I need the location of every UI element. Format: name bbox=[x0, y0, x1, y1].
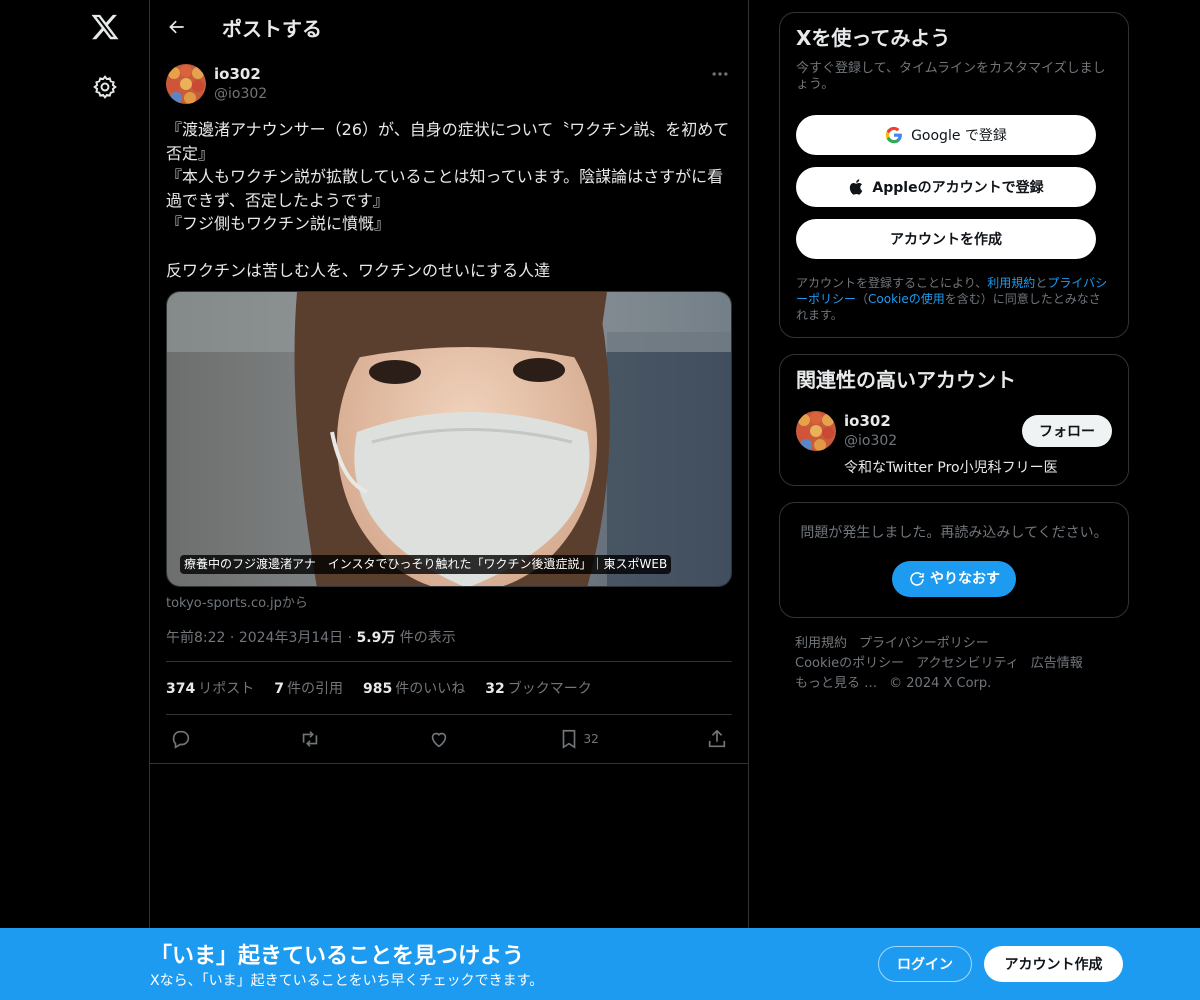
meta-sep: · bbox=[229, 629, 239, 646]
google-signup-label: Google で登録 bbox=[911, 128, 1007, 144]
avatar-image bbox=[166, 64, 206, 104]
page: ポストする io302 @io302 『渡邊渚アナウンサー（26）が、自身の症状… bbox=[0, 0, 1200, 1000]
share-button[interactable] bbox=[706, 728, 728, 750]
heart-icon bbox=[432, 732, 447, 747]
top-bar: ポストする bbox=[150, 0, 748, 54]
avatar[interactable] bbox=[166, 64, 206, 104]
bookmark-count: 32 bbox=[583, 731, 599, 746]
card-caption: 療養中のフジ渡邊渚アナ インスタでひっそり触れた「ワクチン後遺症説」｜東スポWE… bbox=[180, 554, 672, 574]
right-sidebar: Xを使ってみよう 今すぐ登録して、タイムラインをカスタマイズしましょう。 Goo… bbox=[779, 12, 1129, 694]
avatar-image bbox=[796, 411, 836, 451]
share-icon bbox=[708, 729, 726, 747]
retry-button[interactable]: やりなおす bbox=[892, 561, 1016, 597]
bookmark-icon bbox=[562, 729, 575, 749]
footer-link[interactable]: アクセシビリティ bbox=[916, 656, 1019, 671]
related-accounts-panel: 関連性の高いアカウント io302 @io302 令和なTwitter Pro小… bbox=[779, 354, 1129, 486]
repost-icon bbox=[302, 730, 318, 747]
refresh-icon bbox=[910, 572, 924, 586]
post-time[interactable]: 午前8:22 bbox=[166, 630, 225, 646]
meta-sep: · bbox=[347, 629, 357, 646]
banner-title: 「いま」起きていることを見つけよう bbox=[150, 944, 525, 969]
quote-stat[interactable]: 7 件の引用 bbox=[274, 678, 343, 698]
arrow-left-icon bbox=[169, 20, 184, 34]
repost-button[interactable] bbox=[299, 728, 321, 750]
retry-label: やりなおす bbox=[930, 571, 1000, 587]
card-source[interactable]: tokyo-sports.co.jpから bbox=[166, 592, 732, 611]
login-banner: 「いま」起きていることを見つけよう Xなら、「いま」起きていることをいち早くチェ… bbox=[0, 928, 1200, 1000]
card-image bbox=[167, 291, 731, 586]
legal-prefix: アカウントを登録することにより、 bbox=[796, 276, 988, 290]
legal-open: （ bbox=[856, 292, 869, 306]
like-button[interactable] bbox=[428, 728, 450, 750]
reply-button[interactable] bbox=[170, 728, 192, 750]
apple-icon bbox=[850, 179, 863, 195]
google-signup-button[interactable]: Google で登録 bbox=[796, 115, 1096, 155]
bookmark-button[interactable]: 32 bbox=[558, 728, 599, 750]
footer-links: 利用規約 プライバシーポリシー Cookieのポリシー アクセシビリティ 広告情報 も… bbox=[779, 634, 1129, 694]
terms-link[interactable]: 利用規約 bbox=[987, 276, 1035, 290]
follow-button[interactable]: フォロー bbox=[1022, 415, 1112, 447]
signup-button[interactable]: アカウント作成 bbox=[984, 946, 1123, 982]
bookmark-stat[interactable]: 32 ブックマーク bbox=[485, 678, 591, 698]
post-stats: 374 リポスト 7 件の引用 985 件のいいね 32 ブックマーク bbox=[166, 660, 732, 715]
error-message: 問題が発生しました。再読み込みしてください。 bbox=[800, 525, 1108, 541]
divider bbox=[150, 762, 748, 764]
page-title: ポストする bbox=[222, 16, 322, 41]
x-logo-icon[interactable] bbox=[90, 12, 120, 42]
cookie-link[interactable]: Cookieの使用 bbox=[868, 292, 945, 306]
post: io302 @io302 『渡邊渚アナウンサー（26）が、自身の症状について〝ワ… bbox=[150, 54, 748, 764]
author-name[interactable]: io302 bbox=[214, 64, 267, 84]
create-account-button[interactable]: アカウントを作成 bbox=[796, 219, 1096, 259]
banner-subtitle: Xなら、「いま」起きていることをいち早くチェックできます。 bbox=[150, 973, 544, 989]
post-author[interactable]: io302 @io302 bbox=[166, 64, 732, 114]
copyright: © 2024 X Corp. bbox=[889, 676, 992, 691]
footer-link[interactable]: Cookieのポリシー bbox=[795, 656, 904, 671]
related-title: 関連性の高いアカウント bbox=[796, 368, 1016, 392]
repost-stat[interactable]: 374 リポスト bbox=[166, 678, 254, 698]
apple-signup-button[interactable]: Appleのアカウントで登録 bbox=[796, 167, 1096, 207]
signup-subtitle: 今すぐ登録して、タイムラインをカスタマイズしましょう。 bbox=[796, 61, 1106, 92]
login-button[interactable]: ログイン bbox=[878, 946, 972, 982]
legal-and: と bbox=[1035, 276, 1048, 290]
google-icon bbox=[885, 126, 902, 144]
footer-link[interactable]: 広告情報 bbox=[1031, 656, 1083, 671]
link-card[interactable]: 療養中のフジ渡邊渚アナ インスタでひっそり触れた「ワクチン後遺症説」｜東スポWE… bbox=[166, 290, 732, 587]
apple-signup-label: Appleのアカウントで登録 bbox=[872, 180, 1044, 196]
gear-icon[interactable] bbox=[92, 74, 118, 100]
main-column: ポストする io302 @io302 『渡邊渚アナウンサー（26）が、自身の症状… bbox=[149, 0, 749, 1000]
footer-link[interactable]: 利用規約 bbox=[795, 636, 847, 651]
post-text: 『渡邊渚アナウンサー（26）が、自身の症状について〝ワクチン説〟を初めて否定』 … bbox=[166, 120, 730, 280]
author-handle[interactable]: @io302 bbox=[214, 84, 267, 104]
post-meta: 午前8:22 · 2024年3月14日 · 5.9万 件の表示 bbox=[166, 627, 732, 647]
view-count: 5.9万 bbox=[356, 629, 396, 646]
back-button[interactable] bbox=[150, 0, 204, 54]
signup-title: Xを使ってみよう bbox=[796, 26, 951, 50]
footer-link[interactable]: プライバシーポリシー bbox=[859, 636, 989, 651]
post-actions: 32 bbox=[166, 715, 732, 763]
reply-icon bbox=[172, 730, 190, 749]
footer-more[interactable]: もっと見る … bbox=[795, 676, 877, 691]
signup-legal: アカウントを登録することにより、利用規約とプライバシーポリシー（Cookieの使… bbox=[796, 275, 1112, 323]
related-bio: 令和なTwitter Pro小児科フリー医 bbox=[844, 460, 1058, 476]
signup-panel: Xを使ってみよう 今すぐ登録して、タイムラインをカスタマイズしましょう。 Goo… bbox=[779, 12, 1129, 338]
like-stat[interactable]: 985 件のいいね bbox=[363, 678, 465, 698]
left-rail bbox=[0, 0, 150, 1000]
more-icon[interactable] bbox=[710, 64, 730, 84]
create-account-label: アカウントを作成 bbox=[890, 232, 1002, 248]
post-date[interactable]: 2024年3月14日 bbox=[239, 630, 343, 646]
error-panel: 問題が発生しました。再読み込みしてください。 やりなおす bbox=[779, 502, 1129, 618]
view-label: 件の表示 bbox=[399, 629, 456, 646]
related-account[interactable]: io302 @io302 令和なTwitter Pro小児科フリー医 フォロー bbox=[796, 411, 1112, 481]
avatar[interactable] bbox=[796, 411, 836, 451]
